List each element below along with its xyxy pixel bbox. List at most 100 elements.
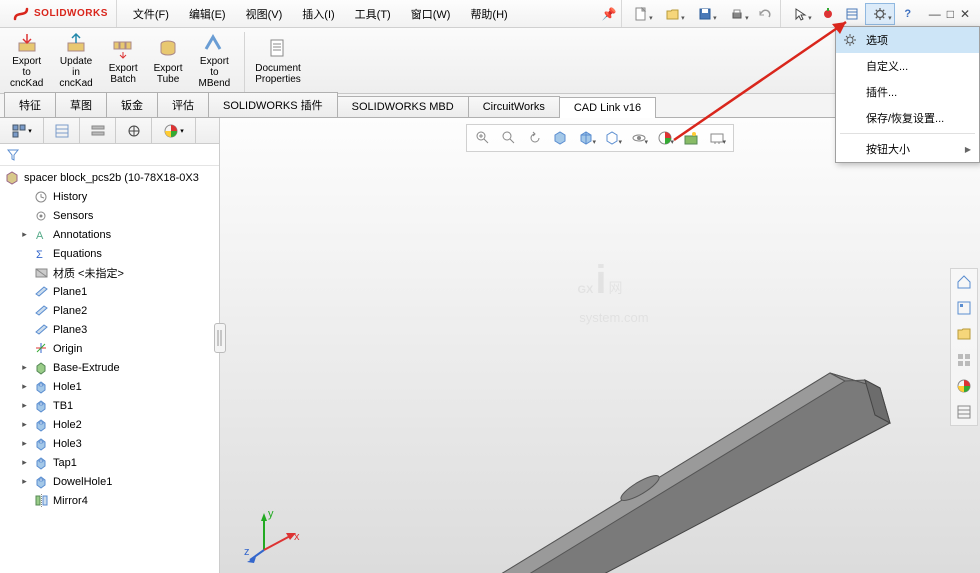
view-settings-icon[interactable] [705,127,729,149]
menu-window[interactable]: 窗口(W) [401,1,461,27]
panel-tab-appearance[interactable]: ▾ [152,118,196,143]
edit-appearance-icon[interactable] [653,127,677,149]
expand-icon[interactable]: ▸ [20,401,29,410]
ribbon-export-cnckad[interactable]: Export to cncKad [4,30,49,91]
print-button[interactable] [722,3,752,25]
rail-appearance-icon[interactable] [953,375,975,397]
view-orientation-icon[interactable] [575,127,599,149]
menu-tools[interactable]: 工具(T) [345,1,401,27]
ribbon-label: Export Tube [154,63,183,85]
rail-home-icon[interactable] [953,271,975,293]
dropdown-button-size[interactable]: 按钮大小▶ [836,136,979,162]
tab-cadlink[interactable]: CAD Link v16 [559,97,656,118]
tree-node[interactable]: ▸Hole3 [0,434,219,453]
previous-view-icon[interactable] [523,127,547,149]
minimize-button[interactable]: — [929,7,941,21]
panel-resize-handle[interactable] [214,323,226,353]
expand-icon[interactable]: ▸ [20,458,29,467]
dropdown-customize[interactable]: 自定义... [836,53,979,79]
feature-tree[interactable]: spacer block_pcs2b (10-78X18-0X3 History… [0,166,219,512]
tree-node[interactable]: Mirror4 [0,491,219,510]
ribbon-update-cnckad[interactable]: Update in cncKad [53,30,98,91]
undo-button[interactable] [754,3,776,25]
tab-sheetmetal[interactable]: 钣金 [106,92,158,117]
new-button[interactable] [626,3,656,25]
expand-icon[interactable]: ▸ [20,477,29,486]
tree-node[interactable]: Sensors [0,206,219,225]
tab-sw-addins[interactable]: SOLIDWORKS 插件 [208,92,338,117]
tree-node[interactable]: ▸DowelHole1 [0,472,219,491]
expand-icon[interactable]: ▸ [20,382,29,391]
pin-icon[interactable]: 📌 [602,7,617,21]
menu-insert[interactable]: 插入(I) [292,1,344,27]
help-button[interactable]: ? [897,3,919,25]
view-triad[interactable]: y x z [244,505,304,565]
ribbon-export-mbend[interactable]: Export to MBend [193,30,237,91]
select-button[interactable] [785,3,815,25]
tree-node-label: 材质 <未指定> [53,265,124,281]
hole-icon [33,436,49,452]
tree-node[interactable]: 材质 <未指定> [0,263,219,282]
rebuild-button[interactable] [817,3,839,25]
display-style-icon[interactable] [601,127,625,149]
tree-node[interactable]: ▸TB1 [0,396,219,415]
tree-node[interactable]: Origin [0,339,219,358]
menu-view[interactable]: 视图(V) [236,1,293,27]
rail-view-palette-icon[interactable] [953,349,975,371]
tree-node[interactable]: Plane1 [0,282,219,301]
rail-custom-props-icon[interactable] [953,401,975,423]
expand-icon[interactable]: ▸ [20,420,29,429]
tab-sw-mbd[interactable]: SOLIDWORKS MBD [337,96,469,117]
dropdown-save-restore[interactable]: 保存/恢复设置... [836,105,979,131]
open-button[interactable] [658,3,688,25]
ribbon-doc-properties[interactable]: Document Properties [249,30,307,91]
zoom-area-icon[interactable] [497,127,521,149]
expand-icon[interactable]: ▸ [20,230,29,239]
panel-tab-config[interactable] [80,118,116,143]
tab-circuitworks[interactable]: CircuitWorks [468,96,560,117]
maximize-button[interactable]: □ [947,7,954,21]
ribbon-export-tube[interactable]: Export Tube [148,30,189,91]
tree-node[interactable]: Plane3 [0,320,219,339]
graphics-viewport[interactable]: GXi网 system.com y x z [220,118,980,573]
dropdown-addins[interactable]: 插件... [836,79,979,105]
section-view-icon[interactable] [549,127,573,149]
dropdown-options[interactable]: 选项 [836,27,979,53]
tree-node[interactable]: ΣEquations [0,244,219,263]
menu-help[interactable]: 帮助(H) [460,1,517,27]
tree-node[interactable]: History [0,187,219,206]
form-button[interactable] [841,3,863,25]
tab-features[interactable]: 特征 [4,92,56,117]
tree-node-label: Sensors [53,210,93,222]
workspace: ▾ ▾ spacer block_pcs2b (10-78X18-0X3 His… [0,118,980,573]
panel-tab-dimxpert[interactable] [116,118,152,143]
panel-tab-tree[interactable]: ▾ [0,118,44,143]
rail-file-explorer-icon[interactable] [953,323,975,345]
tree-filter[interactable] [0,144,219,166]
menu-file[interactable]: 文件(F) [123,1,179,27]
close-button[interactable]: ✕ [960,7,970,21]
tree-node[interactable]: ▸Hole1 [0,377,219,396]
zoom-fit-icon[interactable] [471,127,495,149]
options-button[interactable] [865,3,895,25]
tree-node[interactable]: ▸Base-Extrude [0,358,219,377]
tree-node[interactable]: Plane2 [0,301,219,320]
rail-design-lib-icon[interactable] [953,297,975,319]
save-button[interactable] [690,3,720,25]
panel-tab-property[interactable] [44,118,80,143]
tab-sketch[interactable]: 草图 [55,92,107,117]
tree-node[interactable]: ▸Tap1 [0,453,219,472]
ribbon-export-batch[interactable]: Export Batch [103,30,144,91]
hole-icon [33,474,49,490]
tree-node[interactable]: ▸AAnnotations [0,225,219,244]
tab-evaluate[interactable]: 评估 [157,92,209,117]
expand-icon[interactable]: ▸ [20,439,29,448]
menu-edit[interactable]: 编辑(E) [179,1,236,27]
dropdown-item-label: 选项 [866,32,888,48]
expand-icon[interactable]: ▸ [20,363,29,372]
apply-scene-icon[interactable] [679,127,703,149]
tree-node[interactable]: ▸Hole2 [0,415,219,434]
history-icon [33,189,49,205]
tree-root-node[interactable]: spacer block_pcs2b (10-78X18-0X3 [0,168,219,187]
hide-show-icon[interactable] [627,127,651,149]
